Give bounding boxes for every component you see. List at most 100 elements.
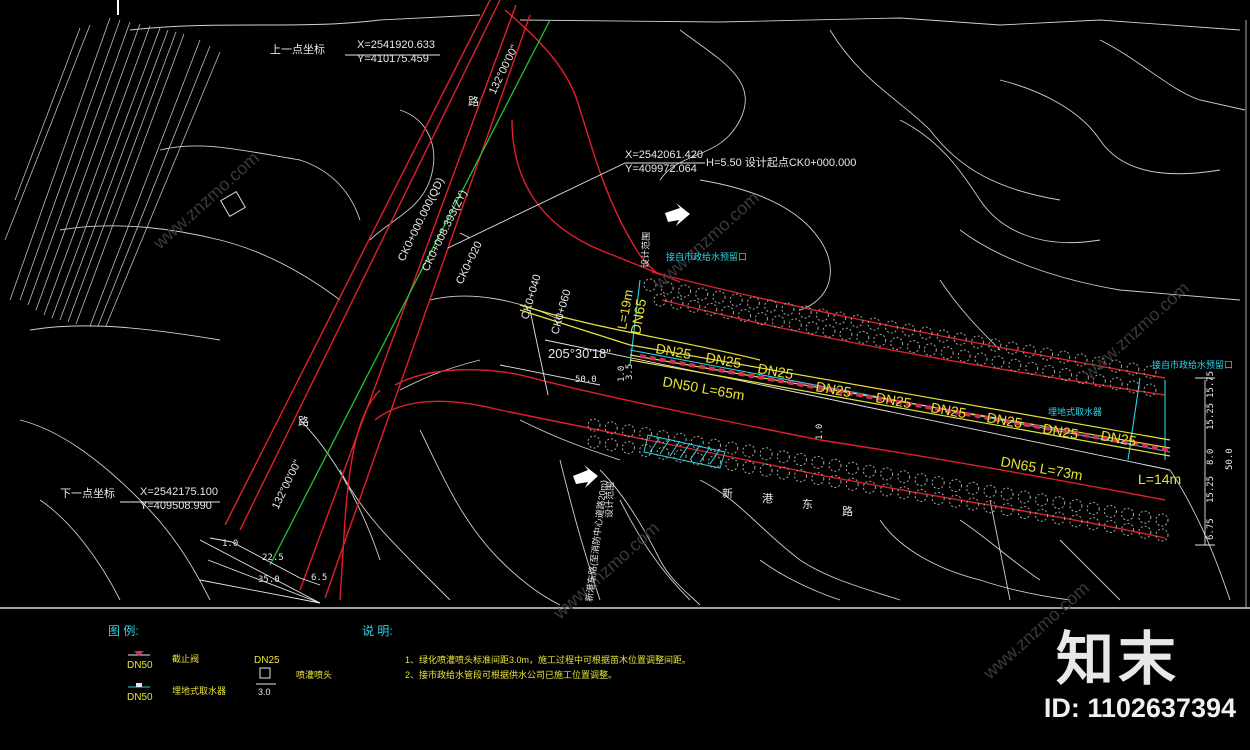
top-point-label: 上一点坐标 <box>270 42 325 56</box>
tree-symbol <box>759 463 773 477</box>
tree-symbol <box>880 467 894 481</box>
pipe-labels: DN25 DN25 DN25 DN25 DN25 DN25 DN25 DN25 … <box>614 288 1181 487</box>
dim-m10: 1.0 <box>815 424 825 440</box>
sprinkler-dn25-7: DN25 <box>985 409 1023 431</box>
tree-symbol <box>890 336 904 350</box>
dim-m10c: 1.0 <box>617 366 627 382</box>
tree-symbol <box>764 299 778 313</box>
tree-symbol <box>673 449 687 463</box>
sprinkler-dn25-6: DN25 <box>929 399 967 421</box>
notes-title: 说 明: <box>362 623 393 638</box>
tree-symbol <box>621 424 635 438</box>
station-3: CK0+040 <box>519 273 543 321</box>
tree-symbol <box>604 438 618 452</box>
tree-symbol <box>746 296 760 310</box>
legend-label-3: 喷灌喷头 <box>296 669 332 680</box>
tree-symbol <box>914 473 928 487</box>
legend-label-2: 埋地式取水器 <box>172 685 226 696</box>
tree-symbol <box>621 441 635 455</box>
notes: 说 明: 1、绿化喷灌喷头标准间距3.0m，施工过程中可根据苗木位置调整间距。 … <box>362 623 691 680</box>
tree-symbol <box>940 346 954 360</box>
tree-symbol <box>1138 510 1152 524</box>
legend-spacing-3: 3.0 <box>258 687 271 697</box>
tree-symbol <box>704 302 718 316</box>
legend-title: 图 例: <box>108 624 139 638</box>
tree-symbol <box>805 321 819 335</box>
tree-symbol <box>828 458 842 472</box>
bottom-point-y: Y=409508.990 <box>140 500 212 512</box>
tree-symbol <box>822 324 836 338</box>
bearing-bottom: 132°00'00" <box>270 458 304 511</box>
dim-350: 35.0 <box>258 575 280 585</box>
road-centerline <box>269 19 551 566</box>
new-road-1: 新 <box>722 486 733 500</box>
top-point-y: Y=410175.459 <box>357 53 429 65</box>
sprinkler-icon <box>259 667 271 679</box>
design-point-x: X=2542061.420 <box>625 149 703 161</box>
tree-symbol <box>845 461 859 475</box>
tree-symbol <box>1000 487 1014 501</box>
tree-symbol <box>856 330 870 344</box>
hydrant-icon <box>136 683 142 687</box>
tree-symbol <box>678 284 691 298</box>
tree-symbol <box>862 464 876 478</box>
tree-symbol <box>1126 380 1140 394</box>
tree-symbol <box>1052 496 1066 510</box>
dim-50: 50.0 <box>575 375 597 385</box>
tree-symbol <box>1042 364 1056 378</box>
note-line-2: 2、接市政给水管段可根据供水公司已施工位置调整。 <box>405 669 617 680</box>
tree-symbol <box>914 489 928 502</box>
bottom-point-label: 下一点坐标 <box>60 486 115 500</box>
tree-symbol <box>839 327 853 341</box>
bearing-labels: 132°00'00" 132°00'00" 205°30'18" 路 路 新 港… <box>270 43 853 518</box>
tree-symbol <box>1008 358 1022 372</box>
tree-symbol <box>1022 344 1036 358</box>
tree-symbol <box>931 491 945 505</box>
connect-right: 接自市政给水预留口 <box>1152 359 1233 370</box>
tree-symbol <box>1103 504 1117 518</box>
note-line-1: 1、绿化喷灌喷头标准间距3.0m，施工过程中可根据苗木位置调整间距。 <box>405 654 691 665</box>
tree-symbol <box>690 435 704 449</box>
flow-arrow-bottom <box>573 465 598 488</box>
pipe-main-left: DN50 L=65m <box>661 373 745 403</box>
tree-symbol <box>1040 347 1054 361</box>
tree-symbol <box>1035 493 1048 507</box>
tree-symbol <box>771 315 785 329</box>
dim-r80: 8.0 <box>1206 449 1216 465</box>
tree-symbol <box>1121 507 1135 521</box>
tree-symbol <box>966 497 980 511</box>
tree-symbol <box>966 481 980 495</box>
tree-symbol <box>1126 362 1140 376</box>
tree-symbol <box>695 287 709 301</box>
dim-r1575: 15.75 <box>1206 371 1216 398</box>
legend-code-3: DN25 <box>254 655 280 666</box>
station-labels: CK0+000.000(QD) CK0+008.393(ZY) CK0+020 … <box>396 176 574 336</box>
tree-symbol <box>776 450 790 464</box>
new-road-3: 东 <box>802 498 813 511</box>
tree-symbol <box>974 352 988 366</box>
tree-symbol <box>897 470 911 484</box>
tree-symbol <box>788 318 802 332</box>
tree-symbol <box>1059 368 1072 381</box>
survey-lines <box>120 54 1215 604</box>
dim-r500: 50.0 <box>1225 448 1235 470</box>
tree-symbol <box>712 290 726 304</box>
tree-symbol <box>794 453 807 466</box>
design-point-y: Y=409972.064 <box>625 163 697 175</box>
tree-symbol <box>906 340 920 354</box>
tree-symbol <box>880 483 894 497</box>
design-boundary-top: 设计范围 <box>639 232 651 268</box>
bearing-angle: 205°30'18" <box>548 346 611 361</box>
connect-top: 接自市政给水预留口 <box>666 251 747 262</box>
valve-label: 埋地式取水器 <box>1048 406 1102 417</box>
tree-symbol <box>833 311 847 325</box>
tree-symbol <box>1025 361 1039 375</box>
tree-symbol <box>1143 383 1157 397</box>
tree-symbol <box>811 455 825 469</box>
legend: 图 例: DN50 截止阀 DN50 埋地式取水器 DN25 3.0 喷灌喷头 <box>108 624 332 703</box>
tree-symbol <box>991 355 1005 369</box>
watermark-id: ID: 1102637394 <box>1043 693 1236 723</box>
new-road-2: 港 <box>762 492 773 505</box>
tree-symbol <box>949 494 962 508</box>
tree-symbol <box>897 486 911 500</box>
